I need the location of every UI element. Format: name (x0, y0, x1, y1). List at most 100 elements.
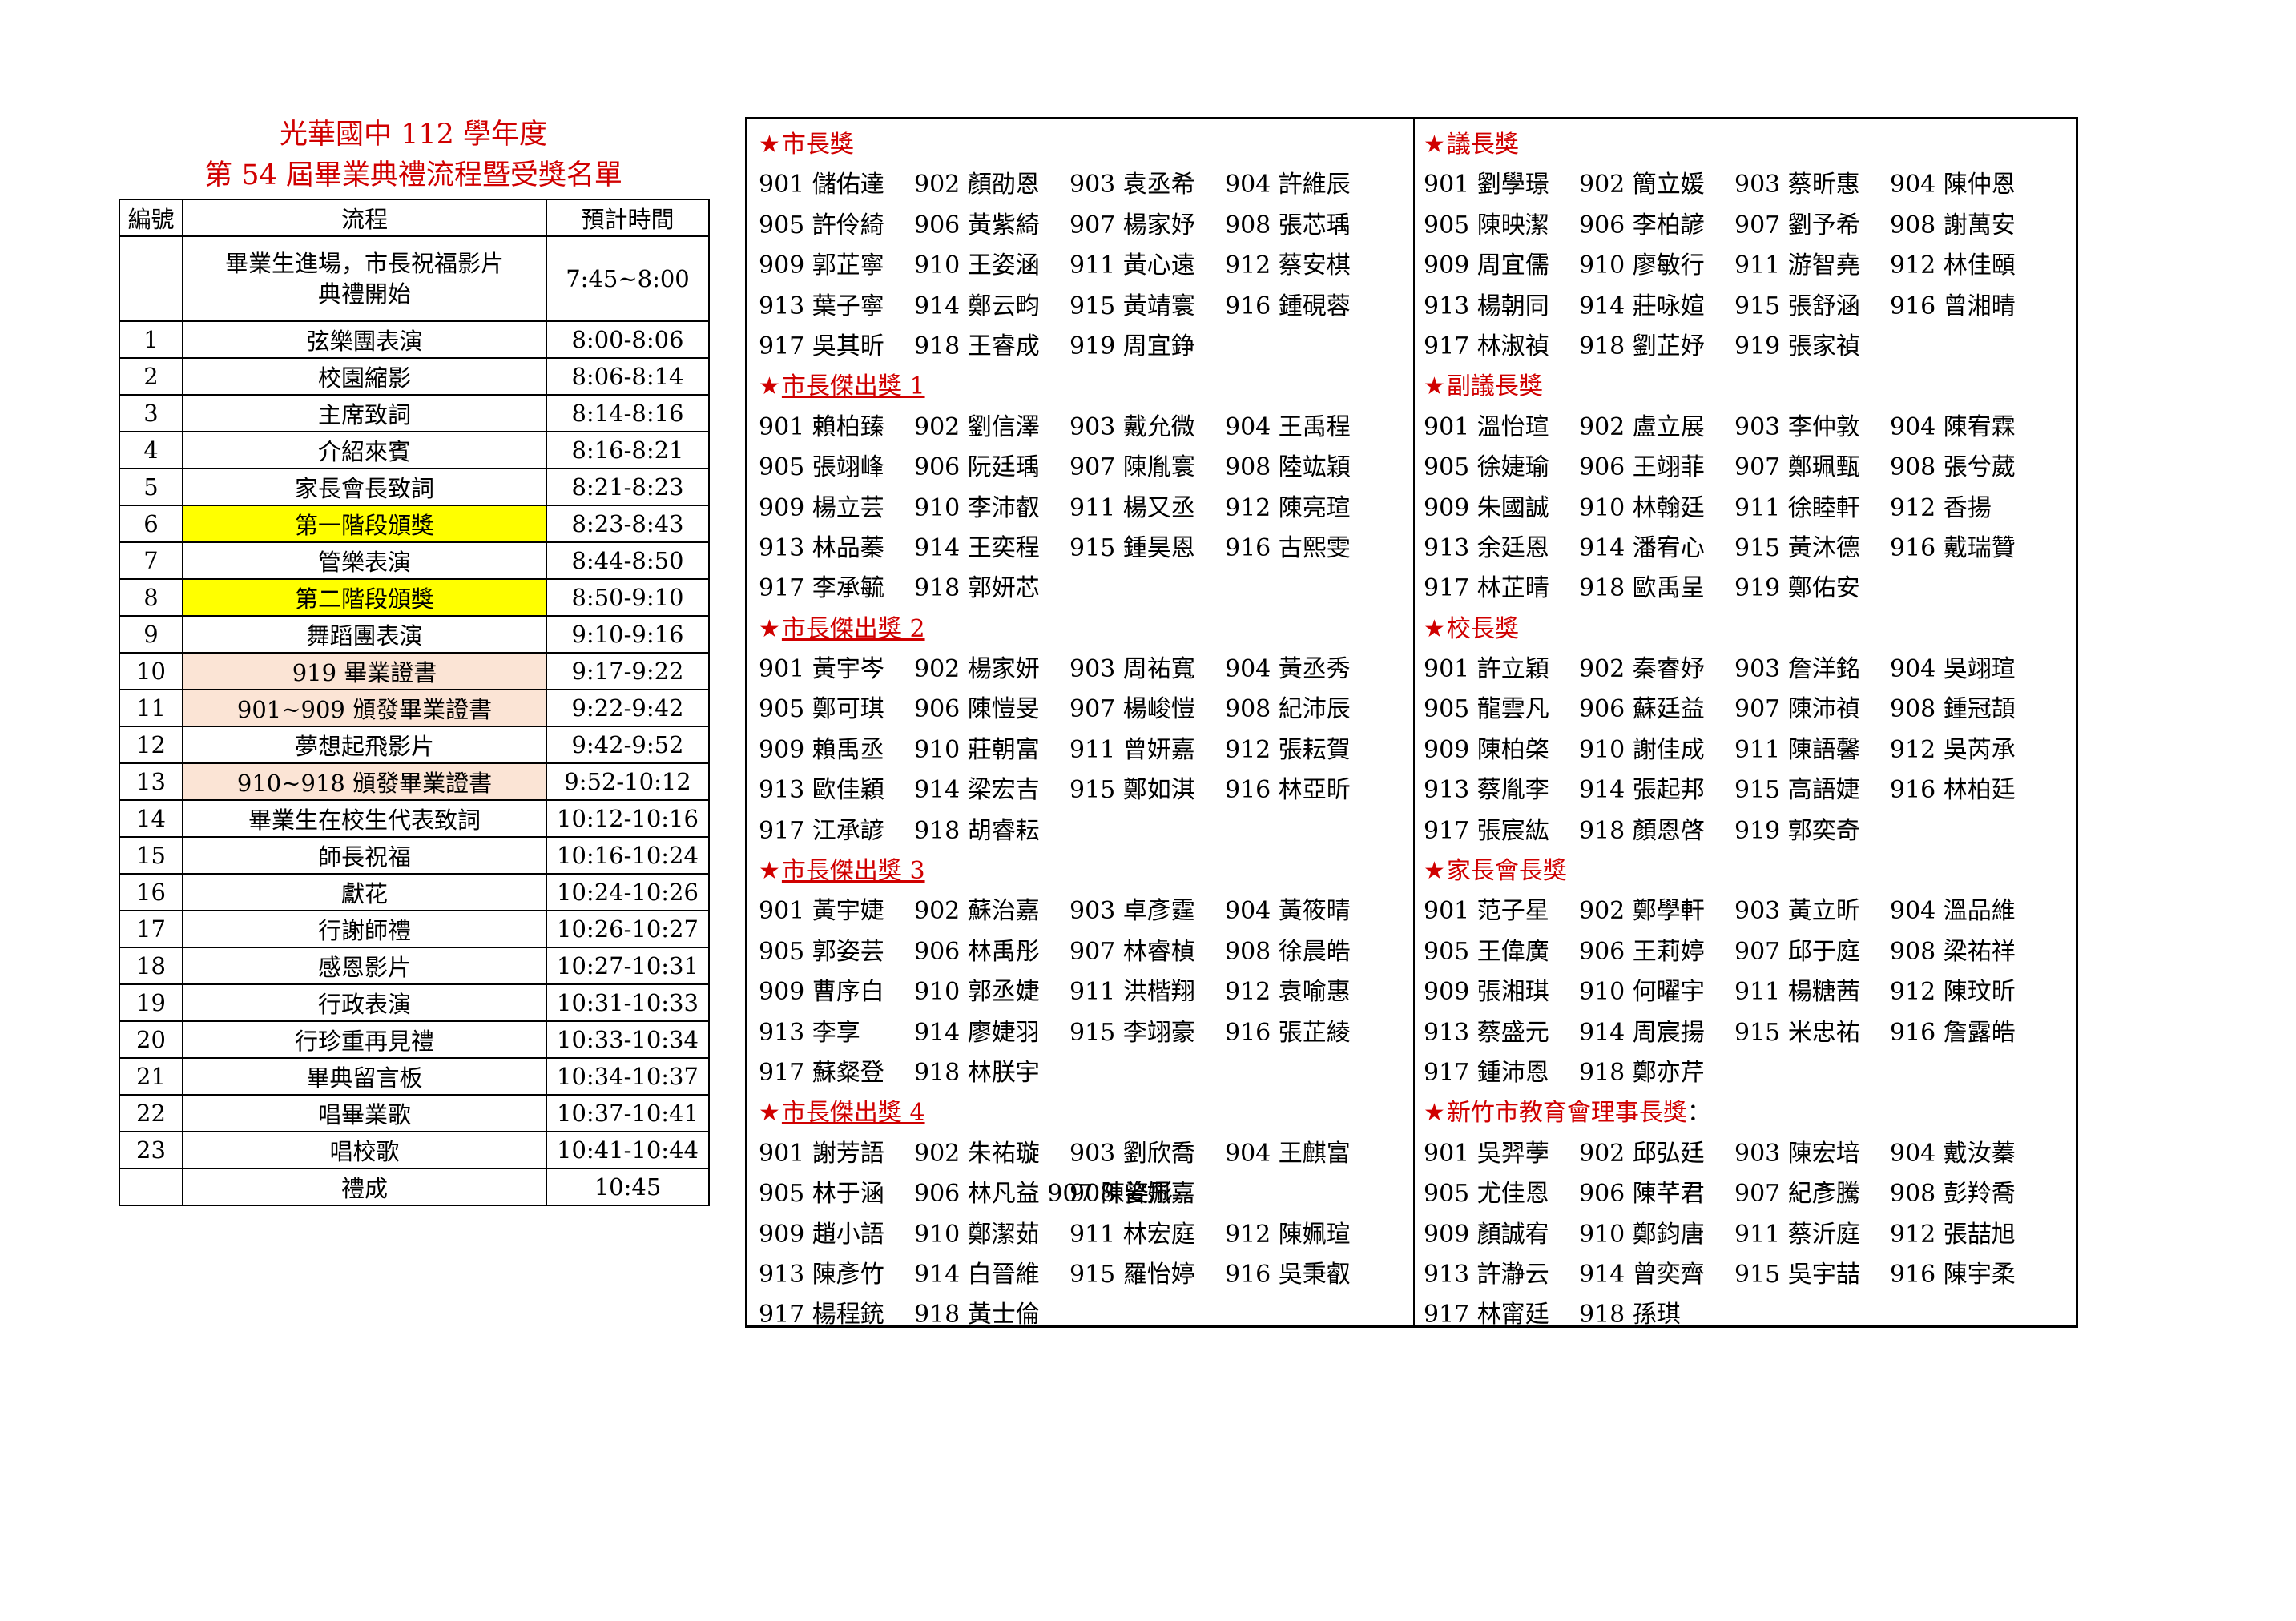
award-recipient: 902 顏劭恩 (914, 171, 1040, 199)
award-recipient: 916 詹露皓 (1890, 1018, 2016, 1047)
award-recipient: 913 歐佳穎 (759, 776, 884, 805)
award-recipient: 903 陳宏培 (1734, 1139, 1860, 1168)
award-recipient: 907 邱于庭 (1734, 937, 1860, 966)
award-recipient: 912 陳玟昕 (1890, 978, 2016, 1007)
award-recipient: 906 黃紫綺 (914, 211, 1040, 239)
award-section-title: ★市長傑出獎 2 (759, 609, 1416, 650)
header-time: 預計時間 (546, 199, 710, 237)
award-recipient: 904 王禹程 (1225, 412, 1351, 441)
award-row: 901 吳羿荸 902 邱弘廷 903 陳宏培 904 戴汝蓁 (1424, 1134, 2080, 1174)
award-row: 905 鄭可琪 906 陳愷旻 907 楊峻愷 908 紀沛辰 (759, 690, 1416, 730)
award-recipient: 903 周祐寬 (1069, 655, 1195, 684)
row-process: 畢業生在校生代表致詞 (182, 799, 547, 838)
award-recipient: 918 鄭亦芹 (1579, 1058, 1705, 1087)
document-title: 光華國中 112 學年度 第 54 屆畢業典禮流程暨受獎名單 (119, 115, 708, 196)
schedule-row: 5 家長會長致詞 8:21-8:23 (119, 468, 710, 506)
award-section-title: ★市長傑出獎 4 (759, 1093, 1416, 1133)
row-time: 7:45~8:00 (546, 235, 710, 322)
award-recipient: 914 梁宏吉 (914, 776, 1040, 805)
row-process: 唱校歌 (182, 1131, 547, 1169)
schedule-row: 18 感恩影片 10:27-10:31 (119, 947, 710, 985)
award-row: 917 張宸紘 918 顏恩啓 919 郭奕奇 (1424, 811, 2080, 851)
award-recipient: 916 張芷綾 (1225, 1018, 1351, 1047)
row-process: 第二階段頒獎 (182, 578, 547, 617)
award-recipient: 907 劉予希 (1734, 211, 1860, 239)
row-time: 9:22-9:42 (546, 689, 710, 727)
row-process: 901~909 頒發畢業證書 (182, 689, 547, 727)
award-recipient: 904 許維辰 (1225, 171, 1351, 199)
award-recipient: 911 洪楷翔 (1069, 978, 1195, 1007)
award-recipient: 912 陳姵瑄 (1225, 1220, 1351, 1249)
award-recipient: 912 林佳頤 (1890, 251, 2016, 280)
award-recipient: 904 吳翊瑄 (1890, 655, 2016, 684)
award-row: 901 黃宇婕 902 蘇治嘉 903 卓彥霆 904 黃筱晴 (759, 891, 1416, 931)
award-name: 副議長獎 (1446, 372, 1543, 401)
award-recipient: 912 張喆旭 (1890, 1220, 2016, 1249)
row-time: 8:00-8:06 (546, 320, 710, 359)
row-time: 10:26-10:27 (546, 910, 710, 948)
award-recipient: 914 白晉維 (914, 1260, 1040, 1289)
row-number: 8 (119, 578, 183, 617)
award-recipient: 908 彭羚喬 (1890, 1180, 2016, 1209)
award-recipient: 904 陳仲恩 (1890, 171, 2016, 199)
award-recipient: 908 徐晨皓 (1225, 937, 1351, 966)
row-number: 15 (119, 836, 183, 875)
award-recipient: 903 蔡昕惠 (1734, 171, 1860, 199)
row-time: 10:45 (546, 1168, 710, 1206)
award-recipient: 918 劉芷妤 (1579, 332, 1705, 360)
award-recipient: 915 鍾昊恩 (1069, 533, 1195, 562)
award-row: 917 李承毓 918 郭妍芯 (759, 569, 1416, 609)
award-row: 905 陳映潔 906 李柏諺 907 劉予希 908 謝萬安 (1424, 206, 2080, 246)
award-row: 905 張翊峰 906 阮廷瑀 907 陳胤寰 908 陸竑穎 (759, 448, 1416, 488)
award-recipient: 902 邱弘廷 (1579, 1139, 1705, 1168)
award-recipient: 908 張芯瑀 (1225, 211, 1351, 239)
row-number (119, 1168, 183, 1206)
award-recipient: 911 游智堯 (1734, 251, 1860, 280)
award-recipient: 910 謝佳成 (1579, 735, 1705, 764)
award-row: 901 范子星 902 鄭學軒 903 黃立昕 904 溫品維 (1424, 891, 2080, 931)
row-number: 7 (119, 541, 183, 580)
schedule-row: 1 弦樂團表演 8:00-8:06 (119, 320, 710, 359)
award-recipient: 913 余廷恩 (1424, 533, 1549, 562)
award-recipient: 901 許立穎 (1424, 655, 1549, 684)
award-recipient: 915 鄭如淇 (1069, 776, 1195, 805)
award-recipient: 914 曾奕齊 (1579, 1260, 1705, 1289)
schedule-row: 23 唱校歌 10:41-10:44 (119, 1131, 710, 1169)
row-process: 行珍重再見禮 (182, 1020, 547, 1059)
award-recipient: 917 林淑禎 (1424, 332, 1549, 360)
row-process: 910~918 頒發畢業證書 (182, 762, 547, 801)
award-recipient: 908 紀沛辰 (1225, 695, 1351, 724)
award-recipient: 916 吳秉叡 (1225, 1260, 1351, 1289)
row-process: 畢典留言板 (182, 1057, 547, 1096)
award-row: 901 劉學璟 902 簡立媛 903 蔡昕惠 904 陳仲恩 (1424, 165, 2080, 205)
award-name: 新竹市教育會理事長獎 (1446, 1099, 1687, 1128)
award-recipient: 901 溫怡瑄 (1424, 412, 1549, 441)
row-number: 4 (119, 431, 183, 469)
award-recipient: 915 羅怡婷 (1069, 1260, 1195, 1289)
award-row: 917 江承諺 918 胡睿耘 (759, 811, 1416, 851)
award-recipient: 902 秦睿妤 (1579, 655, 1705, 684)
row-time: 8:21-8:23 (546, 468, 710, 506)
award-recipient: 905 陳映潔 (1424, 211, 1549, 239)
award-name: 議長獎 (1446, 131, 1519, 159)
award-recipient: 909 賴禹丞 (759, 735, 884, 764)
row-number: 2 (119, 357, 183, 396)
row-process: 畢業生進場，市長祝福影片 典禮開始 (182, 235, 547, 322)
award-recipient: 910 郭丞婕 (914, 978, 1040, 1007)
schedule-row: 21 畢典留言板 10:34-10:37 (119, 1057, 710, 1096)
award-recipient: 901 謝芳語 (759, 1139, 884, 1168)
award-recipient: 916 陳宇柔 (1890, 1260, 2016, 1289)
row-number: 21 (119, 1057, 183, 1096)
award-row: 905 郭姿芸 906 林禹彤 907 林睿楨 908 徐晨皓 (759, 932, 1416, 972)
row-number: 1 (119, 320, 183, 359)
award-row: 917 林甯廷 918 孫琪 (1424, 1295, 2080, 1335)
row-process: 感恩影片 (182, 947, 547, 985)
award-recipient: 911 曾妍嘉 (1069, 735, 1195, 764)
award-recipient: 917 吳其昕 (759, 332, 884, 360)
row-number (119, 235, 183, 322)
award-recipient: 911 楊又丞 (1069, 493, 1195, 522)
award-recipient: 904 黃筱晴 (1225, 897, 1351, 926)
schedule-table: 編號 流程 預計時間 畢業生進場，市長祝福影片 典禮開始 7:45~8:00 1 弦樂團… (119, 199, 710, 1206)
row-time: 10:37-10:41 (546, 1094, 710, 1132)
award-row: 917 林淑禎 918 劉芷妤 919 張家禎 (1424, 327, 2080, 367)
